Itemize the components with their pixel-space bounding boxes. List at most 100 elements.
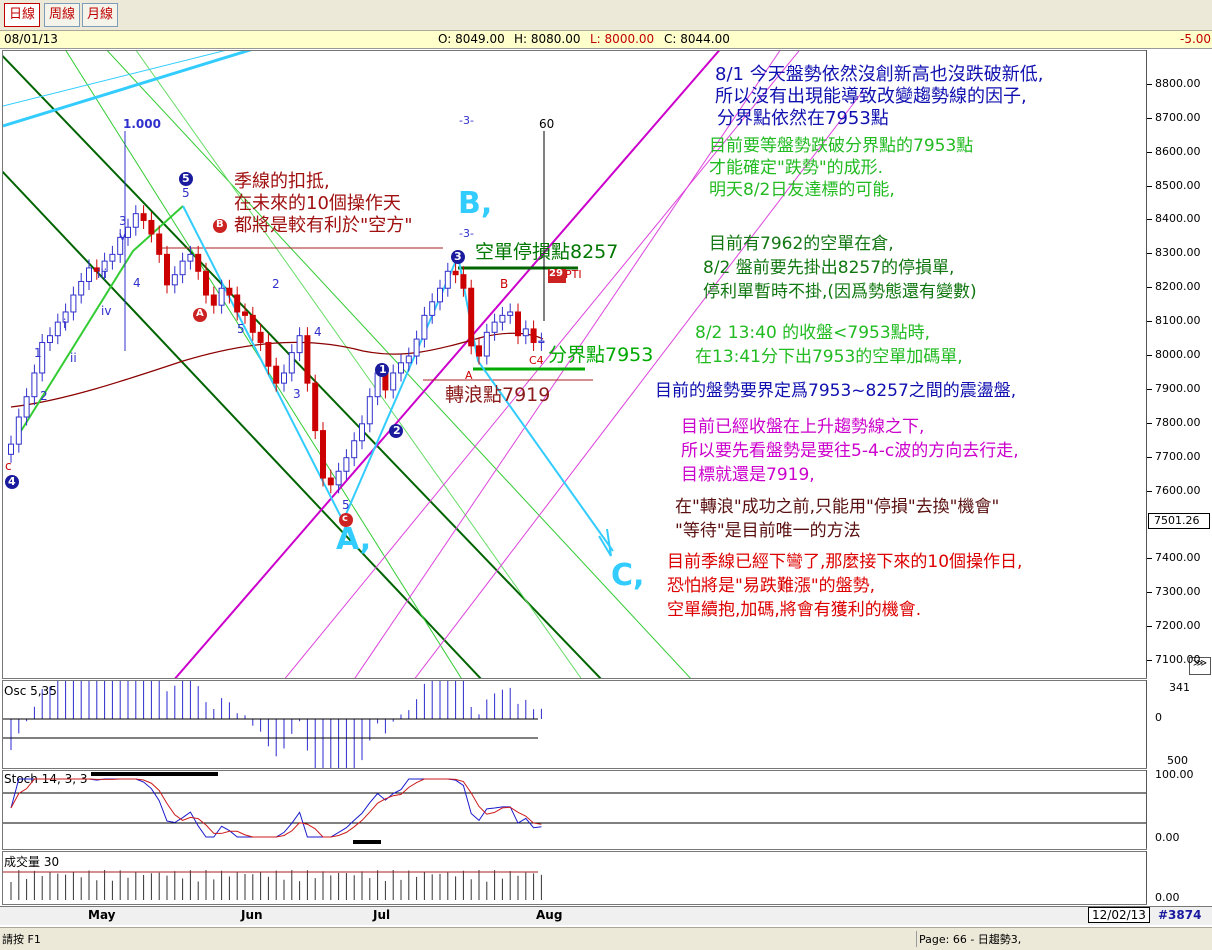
price-tick	[1147, 490, 1152, 492]
tab-monthly[interactable]: 月線	[82, 3, 119, 27]
price-tick-label: 8600.00	[1155, 144, 1201, 158]
note-a2-line-3: 明天8/2日友達標的可能,	[709, 180, 895, 200]
candle-body	[23, 396, 30, 418]
wave-label-1: 1	[34, 346, 42, 360]
candle-body	[288, 352, 295, 374]
wave-label-m3a: -3-	[459, 114, 474, 127]
candle-body	[273, 365, 280, 384]
candle-body	[468, 287, 475, 347]
wave-circle-1-label: 1	[379, 363, 387, 376]
candle-body	[483, 331, 490, 357]
wave-label-jun-3: 3	[293, 387, 301, 401]
price-tick-label: 7200.00	[1155, 619, 1201, 633]
candle-body	[86, 267, 92, 282]
osc-panel[interactable]: Osc 5,35	[2, 680, 1147, 769]
price-tick	[1147, 287, 1152, 289]
turn-level-label: 轉浪點7919	[445, 384, 551, 406]
tab-weekly[interactable]: 周線	[44, 3, 81, 27]
candle-body	[335, 470, 342, 486]
volume-panel[interactable]: 成交量 30	[2, 851, 1147, 905]
candle-body	[320, 430, 326, 479]
note-a7-line-2: "等待"是目前唯一的方法	[675, 521, 861, 541]
price-tick-label: 8800.00	[1155, 76, 1201, 90]
wave-circle-b-label: B	[216, 219, 224, 230]
candle-body	[164, 253, 170, 286]
price-tick	[1147, 253, 1152, 255]
price-tick-label: 7400.00	[1155, 551, 1201, 565]
wave-label-4: 4	[133, 276, 141, 290]
note-a8-line-2: 恐怕將是"易跌難漲"的盤勢,	[667, 576, 876, 596]
candle-body	[359, 423, 365, 442]
note-a3-line-1: 目前有7962的空單在倉,	[709, 234, 894, 254]
wave-label-jun-4: 4	[314, 325, 322, 339]
price-tick-label: 7100.00	[1155, 653, 1201, 667]
candle-body	[351, 440, 358, 459]
month-jun: Jun	[241, 908, 263, 922]
candle-body	[476, 345, 482, 357]
price-tick	[1147, 660, 1152, 662]
stoch-panel[interactable]: Stoch 14, 3, 3	[2, 770, 1147, 850]
current-price-box: 7501.26	[1148, 513, 1210, 529]
price-panel[interactable]: 5 1 2 3 4 B A c 5 3 4 v ii iii i iv 1 2 …	[2, 50, 1147, 679]
price-tick	[1147, 355, 1152, 357]
osc-axis-top: 341	[1169, 681, 1190, 694]
candle-body	[47, 335, 53, 343]
wave-label-jun-5: 5	[342, 498, 350, 512]
note-a1-line-2: 所以沒有出現能導致改變趨勢線的因子,	[715, 86, 1027, 107]
note-a3-line-2: 8/2 盤前要先掛出8257的停損單,	[703, 258, 955, 278]
candle-body	[148, 219, 155, 235]
wave-label-m3b: -3-	[459, 227, 474, 240]
tab-daily[interactable]: 日線	[4, 3, 41, 27]
price-tick-label: 8700.00	[1155, 110, 1201, 124]
note-a5: 目前的盤勢要界定爲7953~8257之間的震盪盤,	[655, 380, 1016, 402]
price-tick-label: 8100.00	[1155, 314, 1201, 328]
note-a2-line-2: 才能確定"跌勢"的成形.	[709, 158, 884, 178]
big-label-b: B,	[458, 186, 493, 221]
candle-body	[78, 280, 85, 296]
candle-body	[242, 311, 248, 316]
price-tick-label: 7600.00	[1155, 483, 1201, 497]
candle-body	[54, 321, 61, 337]
note-a1: 8/1 今天盤勢依然沒創新高也沒跌破新低, 所以沒有出現能導致改變趨勢線的因子,…	[715, 64, 1043, 130]
cyan-fan-1	[3, 51, 252, 128]
divide-level-label: 分界點7953	[548, 344, 654, 366]
volume-axis: 0.00	[1146, 851, 1211, 904]
note-a8-line-1: 目前季線已經下彎了,那麼接下來的10個操作日,	[667, 552, 1023, 572]
candle-body	[437, 287, 443, 303]
quote-close: C: 8044.00	[664, 32, 730, 46]
candle-body	[444, 270, 451, 289]
quote-low: L: 8000.00	[590, 32, 655, 46]
candle-body	[499, 314, 506, 323]
candle-body	[195, 253, 202, 272]
stoch-axis-top: 100.00	[1155, 768, 1194, 781]
price-tick	[1147, 117, 1152, 119]
note-a3-line-3: 停利單暫時不掛,(因爲勢態還有變數)	[703, 282, 977, 302]
candle-body	[515, 311, 521, 337]
candle-body	[265, 341, 272, 367]
price-tick	[1147, 219, 1152, 221]
wave-label-jun-1: 5	[237, 322, 245, 336]
candle-body	[366, 396, 373, 425]
candle-body	[452, 270, 459, 276]
toolbar: 日線 周線 月線	[0, 0, 1212, 31]
note-a1-line-1: 8/1 今天盤勢依然沒創新高也沒跌破新低,	[715, 64, 1044, 85]
candle-body	[156, 233, 163, 255]
quote-info-bar: 08/01/13 O: 8049.00 H: 8080.00 L: 8000.0…	[0, 31, 1212, 49]
price-tick-label: 7300.00	[1155, 585, 1201, 599]
osc-chart	[3, 681, 542, 768]
note-a4: 8/2 13:40 的收盤<7953點時, 在13:41分下出7953的空單加碼…	[695, 321, 963, 369]
price-tick	[1147, 388, 1152, 390]
note-a6: 目前已經收盤在上升趨勢線之下, 所以要先看盤勢是要往5-4-c波的方向去行走, …	[681, 415, 1019, 487]
quote-open: O: 8049.00	[438, 32, 505, 46]
wave-label-5: 5	[182, 186, 190, 200]
current-price-label: 7501.26	[1154, 514, 1200, 527]
candle-body	[109, 253, 116, 262]
seasonal-note: 季線的扣抵, 在未來的10個操作天 都將是較有利於"空方"	[234, 171, 413, 237]
candle-body	[70, 294, 77, 313]
stoch-axis-bottom: 0.00	[1155, 831, 1180, 844]
note-a7: 在"轉浪"成功之前,只能用"停損"去換"機會" "等待"是目前唯一的方法	[675, 495, 999, 543]
month-aug: Aug	[536, 908, 563, 922]
stoch-axis: 100.00 0.00	[1146, 768, 1211, 848]
note-a6-line-1: 目前已經收盤在上升趨勢線之下,	[681, 417, 925, 437]
candle-body	[374, 372, 381, 398]
